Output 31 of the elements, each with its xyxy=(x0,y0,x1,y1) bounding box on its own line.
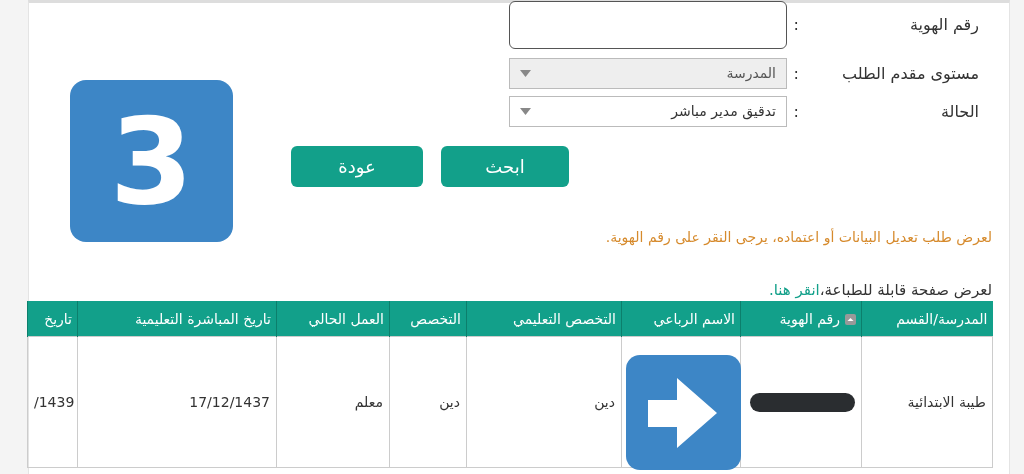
column-header[interactable]: العمل الحالي xyxy=(276,301,390,337)
table-cell: دين xyxy=(389,336,467,468)
print-hint-text: لعرض صفحة قابلة للطباعة، xyxy=(819,281,992,299)
notice-text: لعرض طلب تعديل البيانات أو اعتماده، يرجى النقر على رقم الهوية. xyxy=(604,229,992,245)
table-cell: 17/12/1437 xyxy=(77,336,277,468)
field-label: الحالة xyxy=(940,101,979,121)
field-label: مستوى مقدم الطلب xyxy=(840,63,979,83)
column-header[interactable]: تاريخ xyxy=(27,301,78,337)
column-header[interactable]: تاريخ المباشرة التعليمية xyxy=(77,301,277,337)
search-button[interactable]: ابحث xyxy=(441,146,569,187)
id-number-field[interactable] xyxy=(509,0,787,49)
field-label: رقم الهوية xyxy=(908,15,979,34)
sort-icon[interactable] xyxy=(845,314,856,325)
column-header[interactable]: التخصص xyxy=(389,301,467,337)
caret-icon xyxy=(520,107,531,115)
colon: : xyxy=(792,63,799,83)
table-cell: /1439 xyxy=(27,336,78,468)
table-cell: دين xyxy=(466,336,622,468)
number-badge: 3 xyxy=(70,80,233,242)
column-header[interactable]: التخصص التعليمي xyxy=(466,301,622,337)
caret-icon xyxy=(520,69,531,77)
table-cell: معلم xyxy=(276,336,390,468)
dropdown[interactable]: تدقيق مدير مباشر xyxy=(509,95,787,127)
column-header[interactable]: الاسم الرباعي xyxy=(621,301,741,337)
column-header[interactable]: المدرسة/القسم xyxy=(861,301,993,337)
back-button[interactable]: عودة xyxy=(291,146,423,187)
colon: : xyxy=(792,101,799,121)
table-cell: طيبة الابتدائية xyxy=(861,336,993,468)
column-header[interactable]: رقم الهوية xyxy=(740,301,862,337)
print-link[interactable]: انقر هنا. xyxy=(769,281,820,299)
colon: : xyxy=(792,15,799,34)
